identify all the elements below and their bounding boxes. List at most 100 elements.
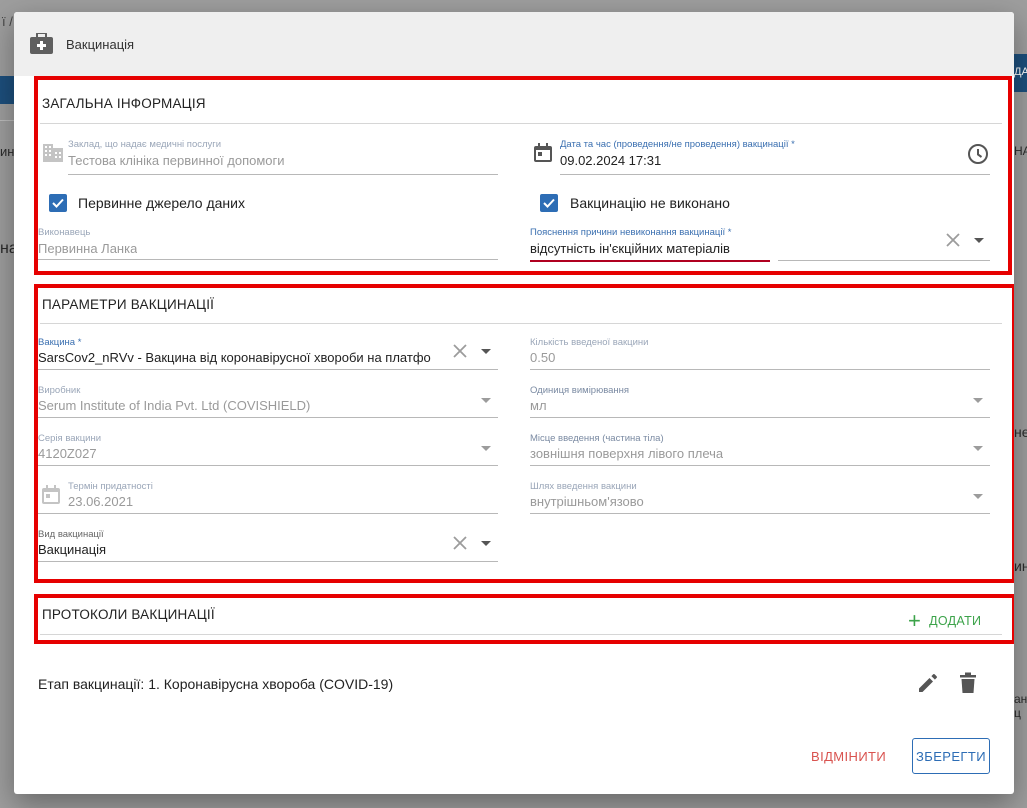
chevron-down-icon [481, 446, 491, 451]
chevron-down-icon [973, 494, 983, 499]
primary-source-label: Первинне джерело даних [78, 195, 245, 211]
expiration-label: Термін придатності [68, 481, 153, 492]
section-title: ПРОТОКОЛИ ВАКЦИНАЦІЇ [42, 607, 215, 622]
bg-fragment: НА [1014, 144, 1027, 158]
unit-label: Одиниця вимірювання [530, 385, 630, 396]
manufacturer-field: Виробник Serum Institute of India Pvt. L… [38, 385, 498, 423]
medical-kit-icon [30, 33, 53, 54]
expiration-underline [38, 513, 498, 514]
protocols-section: ПРОТОКОЛИ ВАКЦИНАЦІЇ + ДОДАТИ [34, 594, 1014, 644]
vaccination-dialog: Вакцинація ЗАГАЛЬНА ІНФОРМАЦІЯ Заклад, щ… [14, 12, 1014, 794]
bg-fragment: ин [0, 144, 15, 159]
reason-underline-rest [778, 260, 990, 261]
route-label: Шлях введення вакцини [530, 481, 637, 492]
section-divider [40, 323, 1002, 324]
calendar-icon [534, 143, 552, 162]
unit-value: мл [530, 398, 547, 413]
chevron-down-icon[interactable] [974, 238, 984, 243]
primary-source-checkbox[interactable] [49, 194, 67, 212]
dose-quantity-value: 0.50 [530, 350, 556, 365]
dialog-title: Вакцинація [66, 37, 135, 52]
clear-icon[interactable] [945, 232, 961, 248]
lot-underline [38, 465, 498, 466]
route-field: Шлях введення вакцини внутрішньом'язово [530, 481, 990, 519]
section-divider [40, 634, 1002, 635]
vaccine-field[interactable]: Вакцина * SarsCov2_nRVv - Вакцина від ко… [38, 337, 498, 375]
trash-icon[interactable] [960, 672, 976, 694]
plus-icon: + [908, 608, 922, 633]
bg-fragment: ДА [1014, 66, 1027, 78]
clear-icon[interactable] [452, 343, 468, 359]
manufacturer-label: Виробник [38, 385, 81, 396]
unit-field: Одиниця вимірювання мл [530, 385, 990, 423]
check-icon [543, 198, 555, 208]
save-button[interactable]: ЗБЕРЕГТИ [912, 738, 990, 774]
vaccination-type-field[interactable]: Вид вакцинації Вакцинація [38, 529, 498, 567]
chevron-down-icon [973, 446, 983, 451]
vaccination-type-value: Вакцинація [38, 542, 107, 557]
dose-quantity-label: Кількість введеної вакцини [530, 337, 649, 348]
performer-field: Виконавець Первинна Ланка [38, 227, 498, 265]
manufacturer-underline [38, 417, 498, 418]
vaccination-type-underline [38, 561, 498, 562]
chevron-down-icon[interactable] [481, 541, 491, 546]
expiration-field: Термін придатності 23.06.2021 [38, 481, 498, 519]
performer-value: Первинна Ланка [38, 241, 138, 256]
datetime-underline [560, 174, 990, 175]
lot-label: Серія вакцини [38, 433, 102, 444]
site-field: Місце введення (частина тіла) зовнішня п… [530, 433, 990, 471]
site-underline [530, 465, 990, 466]
building-icon [43, 144, 63, 162]
unit-underline [530, 417, 990, 418]
vaccine-label: Вакцина * [38, 337, 82, 348]
section-title: ЗАГАЛЬНА ІНФОРМАЦІЯ [42, 96, 206, 111]
dialog-header: Вакцинація [14, 12, 1014, 76]
chevron-down-icon [481, 398, 491, 403]
bg-divider [0, 120, 14, 121]
performer-label: Виконавець [38, 227, 91, 238]
expiration-value: 23.06.2021 [68, 494, 134, 509]
facility-underline [68, 174, 498, 175]
vaccination-type-label: Вид вакцинації [38, 529, 104, 540]
protocol-item: Етап вакцинації: 1. Коронавірусна хвороб… [38, 676, 394, 692]
cancel-button[interactable]: ВІДМІНИТИ [811, 749, 886, 764]
add-protocol-button[interactable]: + ДОДАТИ [908, 610, 981, 632]
performer-underline [38, 259, 498, 260]
chevron-down-icon [973, 398, 983, 403]
datetime-label: Дата та час (проведення/не проведення) в… [560, 139, 795, 150]
vaccine-value: SarsCov2_nRVv - Вакцина від коронавірусн… [38, 350, 431, 365]
facility-field: Заклад, що надає медичні послуги Тестова… [68, 139, 498, 177]
lot-field: Серія вакцини 4120Z027 [38, 433, 498, 471]
bg-fragment: ин [1014, 558, 1027, 574]
route-underline [530, 513, 990, 514]
reason-field[interactable]: Пояснення причини невиконання вакцинації… [530, 227, 990, 265]
not-done-label: Вакцинацію не виконано [570, 195, 730, 211]
facility-label: Заклад, що надає медичні послуги [68, 139, 222, 150]
clear-icon[interactable] [452, 535, 468, 551]
not-done-checkbox[interactable] [540, 194, 558, 212]
section-divider [40, 123, 1002, 124]
reason-value: відсутність ін'єкційних матеріалів [530, 241, 730, 256]
bg-fragment: ї / [2, 14, 13, 29]
dose-quantity-field: Кількість введеної вакцини 0.50 [530, 337, 990, 375]
general-info-section: ЗАГАЛЬНА ІНФОРМАЦІЯ Заклад, що надає мед… [34, 76, 1012, 275]
pencil-icon[interactable] [917, 672, 939, 694]
lot-value: 4120Z027 [38, 446, 97, 461]
vaccine-underline [38, 369, 498, 370]
manufacturer-value: Serum Institute of India Pvt. Ltd (COVIS… [38, 398, 311, 413]
check-icon [52, 198, 64, 208]
chevron-down-icon[interactable] [481, 349, 491, 354]
route-value: внутрішньом'язово [530, 494, 644, 509]
reason-underline [530, 260, 770, 262]
reason-label: Пояснення причини невиконання вакцинації… [530, 227, 732, 238]
add-protocol-label: ДОДАТИ [929, 614, 982, 628]
datetime-value: 09.02.2024 17:31 [560, 153, 662, 168]
vaccination-params-section: ПАРАМЕТРИ ВАКЦИНАЦІЇ Вакцина * SarsCov2_… [34, 284, 1014, 583]
dose-quantity-underline [530, 369, 990, 370]
clock-icon[interactable] [967, 143, 989, 165]
site-value: зовнішня поверхня лівого плеча [530, 446, 724, 461]
site-label: Місце введення (частина тіла) [530, 433, 664, 444]
section-title: ПАРАМЕТРИ ВАКЦИНАЦІЇ [42, 297, 215, 312]
facility-value: Тестова клініка первинної допомоги [68, 153, 285, 168]
datetime-field[interactable]: Дата та час (проведення/не проведення) в… [560, 139, 990, 177]
